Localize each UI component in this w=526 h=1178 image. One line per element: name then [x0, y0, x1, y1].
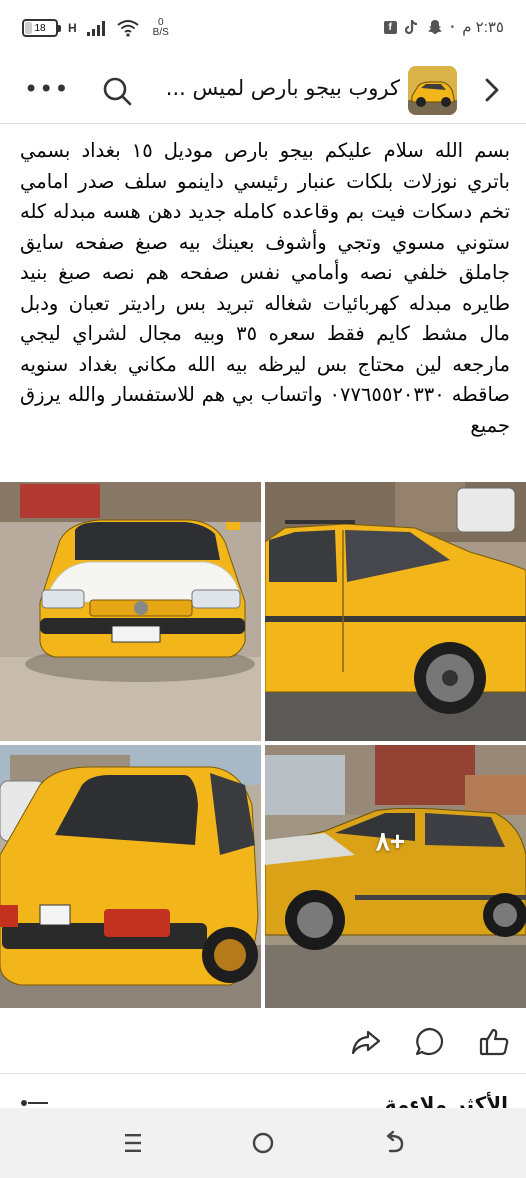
navigation-bar: [0, 1108, 526, 1178]
group-avatar[interactable]: [408, 66, 457, 115]
post-text: بسم الله سلام عليكم بيجو بارص موديل ١٥ ب…: [20, 139, 511, 437]
car-side-image: [265, 482, 526, 741]
snapchat-icon: [427, 20, 442, 34]
share-icon[interactable]: [350, 1026, 382, 1058]
more-button[interactable]: •••: [24, 77, 69, 101]
like-icon[interactable]: [478, 1026, 510, 1058]
chevron-right-icon[interactable]: [480, 76, 504, 104]
speed-unit: B/S: [152, 27, 169, 38]
search-icon[interactable]: [100, 74, 134, 108]
avatar-car-image: [408, 66, 457, 115]
car-front-image: [0, 482, 261, 741]
network-speed: 0 B/S: [153, 18, 169, 38]
post-actions: [0, 1010, 526, 1074]
photo-rear[interactable]: [0, 745, 261, 1008]
status-right: f • ٢:٣٥ م: [383, 18, 504, 36]
network-type: H: [68, 21, 77, 35]
photo-front[interactable]: [0, 482, 261, 741]
more-photos-overlay[interactable]: ٨+: [265, 745, 526, 1008]
wifi-icon: [117, 20, 139, 37]
car-rear-image: [0, 745, 261, 1008]
tiktok-icon: [404, 19, 417, 35]
facebook-icon: f: [383, 20, 397, 34]
sort-icon[interactable]: [20, 1100, 48, 1106]
status-time: ٢:٣٥ م: [462, 19, 504, 36]
photo-side[interactable]: [265, 482, 526, 741]
group-title[interactable]: كروب بيجو بارص لميس ...: [150, 76, 400, 100]
status-left: 18 H 0 B/S: [22, 18, 169, 38]
photo-side-2[interactable]: ٨+: [265, 745, 526, 1008]
more-dots-icon: •••: [24, 75, 70, 103]
more-photos-count: ٨+: [375, 826, 406, 856]
dot-icon: •: [450, 21, 455, 33]
comment-icon[interactable]: [414, 1026, 446, 1058]
home-icon[interactable]: [250, 1130, 276, 1156]
recents-icon[interactable]: [120, 1130, 146, 1156]
battery-icon: 18: [22, 19, 61, 37]
status-bar: 18 H 0 B/S f • ٢:٣٥ م: [0, 0, 526, 58]
battery-level: 18: [34, 22, 46, 34]
back-icon[interactable]: [382, 1130, 408, 1156]
comments-section-header: الأكثر ملاءمة: [0, 1076, 526, 1110]
signal-icon: [86, 20, 105, 36]
group-header: ••• كروب بيجو بارص لميس ...: [0, 58, 526, 124]
